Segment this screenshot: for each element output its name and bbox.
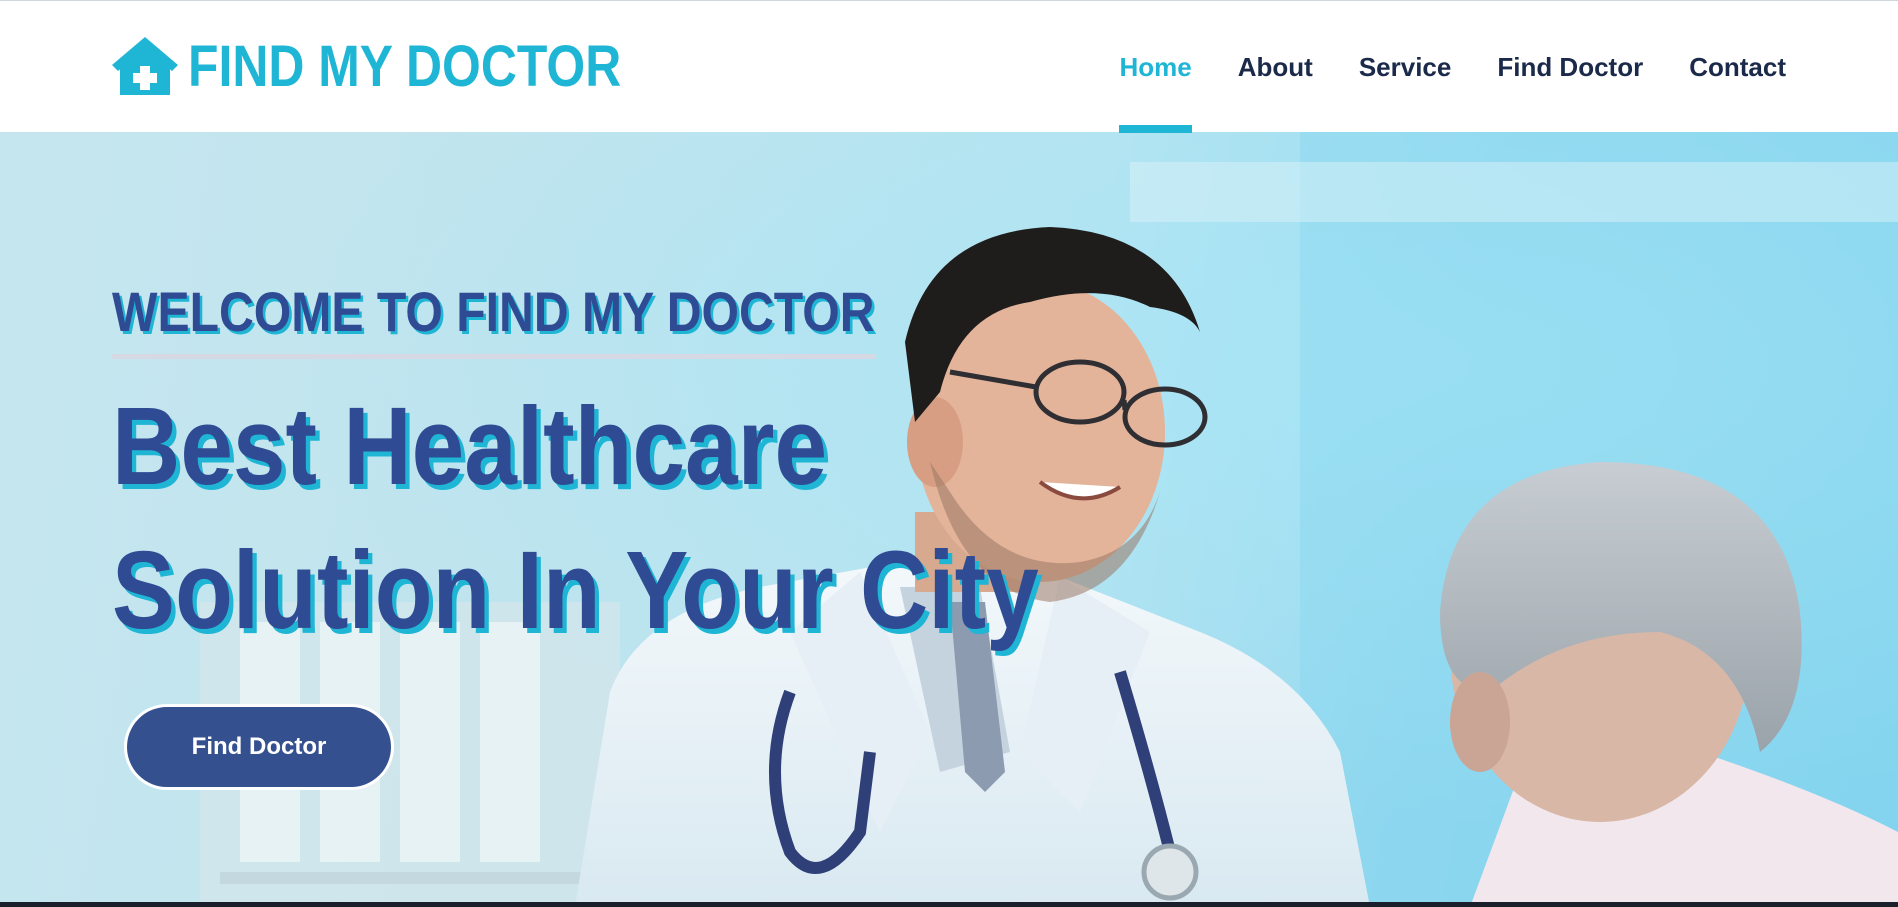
nav-item-about[interactable]: About [1238,1,1313,133]
page: FIND MY DOCTOR Home About Service Find D… [0,0,1898,907]
nav-item-find-doctor[interactable]: Find Doctor [1497,1,1643,133]
nav-item-service[interactable]: Service [1359,1,1452,133]
find-doctor-button[interactable]: Find Doctor [124,704,394,790]
main-nav: Home About Service Find Doctor Contact [1073,1,1786,133]
hero-section: WELCOME TO FIND MY DOCTOR Best Healthcar… [0,132,1898,907]
hero-content: WELCOME TO FIND MY DOCTOR Best Healthcar… [112,280,1190,663]
navbar: FIND MY DOCTOR Home About Service Find D… [0,0,1898,133]
hero-divider [112,354,876,359]
brand-name: FIND MY DOCTOR [188,33,622,99]
hero-kicker: WELCOME TO FIND MY DOCTOR [112,280,875,343]
nav-item-contact[interactable]: Contact [1689,1,1786,133]
brand-logo-link[interactable]: FIND MY DOCTOR [110,31,692,101]
hero-title: Best Healthcare Solution In Your City [112,375,1039,663]
house-medical-icon [112,37,178,95]
hero-title-line-1: Best Healthcare [112,385,828,508]
hero-title-line-2: Solution In Your City [112,529,1039,652]
nav-item-home[interactable]: Home [1119,1,1192,133]
